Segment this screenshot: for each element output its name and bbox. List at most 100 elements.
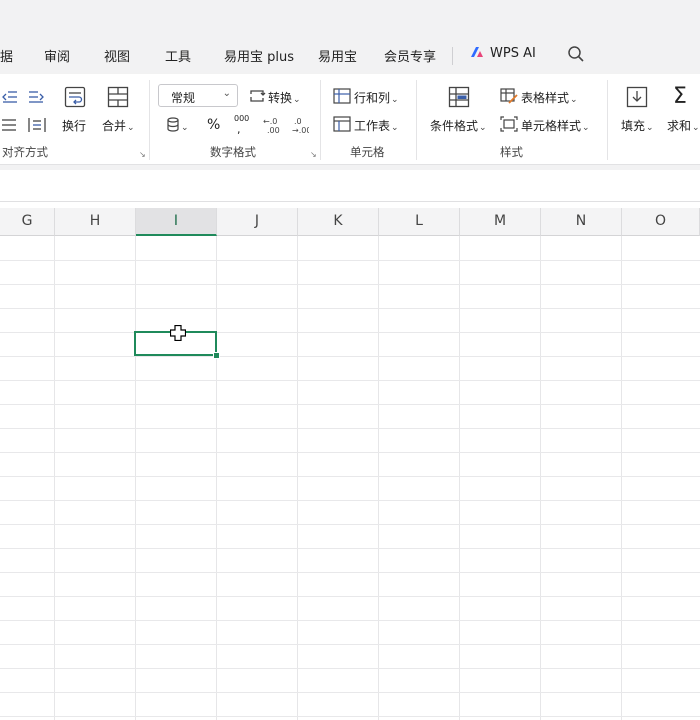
chevron-down-icon: ⌄ — [646, 123, 654, 133]
worksheet-button[interactable]: 工作表⌄ — [354, 117, 399, 134]
chevron-down-icon: ⌄ — [391, 95, 399, 105]
gridline — [0, 284, 700, 285]
column-header-l[interactable]: L — [379, 208, 460, 236]
cell-style-button[interactable]: 单元格样式⌄ — [521, 117, 590, 134]
worksheet-label: 工作表 — [354, 119, 391, 133]
fill-icon — [626, 86, 648, 108]
chevron-down-icon: ⌄ — [692, 123, 700, 133]
tab-wps-ai[interactable]: WPS AI — [470, 46, 536, 61]
number-format-select[interactable]: 常规 ⌄ — [158, 84, 238, 107]
gridline — [0, 620, 700, 621]
alignment-dialog-launcher-icon[interactable]: ↘ — [139, 150, 146, 159]
wps-ai-icon — [471, 47, 483, 57]
gridline — [0, 476, 700, 477]
chevron-down-icon: ⌄ — [222, 88, 231, 99]
number-group-label: 数字格式 — [210, 145, 256, 159]
align-justify-icon[interactable] — [2, 118, 16, 132]
svg-text:.0: .0 — [294, 117, 302, 126]
gridline — [0, 404, 700, 405]
increase-indent-icon[interactable] — [28, 90, 44, 104]
chevron-down-icon: ⌄ — [479, 123, 487, 133]
cell-style-icon — [500, 116, 518, 132]
chevron-down-icon: ⌄ — [293, 95, 301, 105]
wrap-text-icon — [64, 86, 86, 108]
tab-tools[interactable]: 工具 — [165, 46, 191, 65]
convert-icon — [250, 90, 266, 102]
wrap-text-button[interactable]: 换行 — [62, 117, 86, 134]
thousands-label: 000 — [234, 114, 250, 123]
column-header-o[interactable]: O — [622, 208, 700, 236]
ribbon: 换行 合并⌄ 对齐方式 ↘ 常规 ⌄ 转换⌄ ⌄ % 000, ←.0 .00 … — [0, 74, 700, 165]
cell-style-label: 单元格样式 — [521, 119, 582, 133]
number-format-value: 常规 — [171, 91, 196, 105]
worksheet-icon — [333, 116, 351, 132]
column-header-k[interactable]: K — [298, 208, 379, 236]
styles-group-label: 样式 — [500, 145, 523, 159]
merge-cells-icon — [107, 86, 129, 108]
cell-select-cursor-icon — [170, 325, 186, 341]
tab-member[interactable]: 会员专享 — [384, 46, 436, 65]
column-header-h[interactable]: H — [55, 208, 136, 236]
thousands-separator-button[interactable]: 000, — [234, 114, 249, 136]
tab-review[interactable]: 审阅 — [44, 46, 70, 65]
chevron-down-icon: ⌄ — [127, 123, 135, 133]
tab-yiyongbao[interactable]: 易用宝 — [318, 46, 357, 65]
tab-data[interactable]: 据 — [0, 46, 13, 65]
convert-button[interactable]: 转换⌄ — [268, 89, 301, 106]
gridline — [0, 692, 700, 693]
search-icon — [568, 46, 584, 62]
spreadsheet-grid: G H I J K L M N O — [0, 208, 700, 720]
sum-button[interactable]: 求和⌄ — [667, 117, 700, 134]
title-bar — [0, 0, 700, 38]
menu-tabs: 据 审阅 视图 工具 易用宝 plus 易用宝 会员专享 WPS AI — [0, 38, 700, 74]
fill-button[interactable]: 填充⌄ — [621, 117, 654, 134]
fill-handle[interactable] — [213, 352, 220, 359]
column-header-i[interactable]: I — [136, 208, 217, 236]
merge-cells-button[interactable]: 合并⌄ — [102, 117, 135, 134]
decrease-decimal-icon[interactable]: ←.0 .00 — [262, 116, 280, 134]
wps-ai-label: WPS AI — [490, 46, 536, 61]
formula-bar[interactable] — [0, 170, 700, 202]
rows-columns-icon — [333, 88, 351, 104]
sigma-icon: Σ — [673, 84, 687, 109]
distributed-align-icon[interactable] — [28, 117, 46, 133]
svg-text:←.0: ←.0 — [263, 117, 277, 126]
alignment-group-label: 对齐方式 — [2, 145, 48, 159]
gridline — [0, 548, 700, 549]
database-currency-icon — [167, 117, 179, 132]
gridline — [0, 524, 700, 525]
conditional-format-button[interactable]: 条件格式⌄ — [430, 117, 487, 134]
column-header-n[interactable]: N — [541, 208, 622, 236]
tab-view[interactable]: 视图 — [104, 46, 130, 65]
group-divider — [149, 80, 150, 160]
search-button[interactable] — [567, 45, 585, 67]
increase-decimal-icon[interactable]: .0 →.00 — [291, 116, 309, 134]
gridline — [0, 668, 700, 669]
svg-text:→.00: →.00 — [292, 126, 309, 134]
column-header-j[interactable]: J — [217, 208, 298, 236]
cells-group-label: 单元格 — [350, 145, 385, 159]
chevron-down-icon: ⌄ — [570, 95, 578, 105]
tab-divider — [452, 47, 453, 65]
decrease-indent-icon[interactable] — [2, 90, 18, 104]
percent-button[interactable]: % — [207, 117, 220, 133]
chevron-down-icon: ⌄ — [582, 123, 590, 133]
column-header-m[interactable]: M — [460, 208, 541, 236]
rows-columns-button[interactable]: 行和列⌄ — [354, 89, 399, 106]
conditional-format-label: 条件格式 — [430, 119, 479, 133]
table-style-button[interactable]: 表格样式⌄ — [521, 89, 578, 106]
number-dialog-launcher-icon[interactable]: ↘ — [310, 150, 317, 159]
gridline — [0, 260, 700, 261]
fill-label: 填充 — [621, 119, 646, 133]
gridline — [0, 356, 700, 357]
sum-label: 求和 — [667, 119, 692, 133]
conditional-format-icon — [448, 86, 470, 108]
table-style-icon — [500, 88, 518, 104]
gridline — [0, 332, 700, 333]
column-header-g[interactable]: G — [0, 208, 55, 236]
tab-yiyongbao-plus[interactable]: 易用宝 plus — [224, 46, 294, 65]
merge-cells-label: 合并 — [102, 119, 127, 133]
gridline — [0, 596, 700, 597]
currency-button[interactable]: ⌄ — [166, 117, 189, 133]
chevron-down-icon: ⌄ — [391, 123, 399, 133]
